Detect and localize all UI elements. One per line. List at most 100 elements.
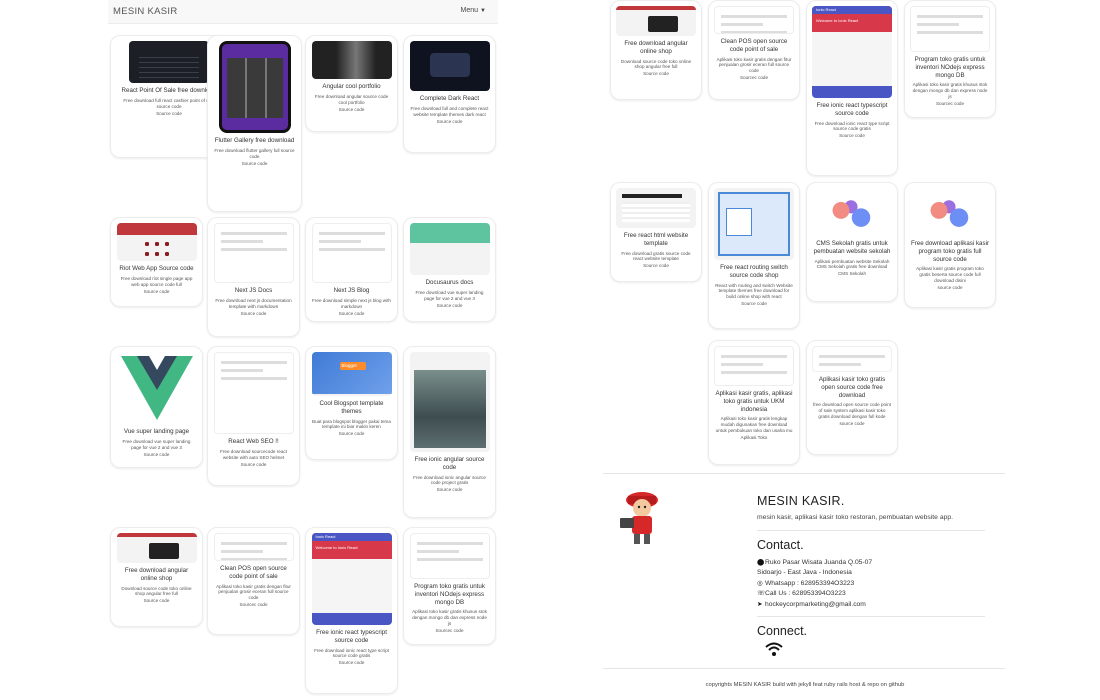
card-source-link[interactable]: Source code — [614, 263, 698, 268]
card-thumbnail[interactable] — [910, 6, 990, 52]
card-source-link[interactable]: Source code — [309, 660, 394, 665]
card-source-link[interactable]: Source code — [407, 119, 492, 124]
card-source-link[interactable]: Sourcec code — [211, 602, 296, 607]
card-title[interactable]: Free download angular online shop — [114, 567, 199, 583]
project-card[interactable]: React Web SEO !! Free download sourcecode… — [207, 346, 300, 486]
card-title[interactable]: React Web SEO !! — [211, 438, 296, 446]
card-source-link[interactable]: Source code — [114, 598, 199, 603]
card-source-link[interactable]: Source code — [407, 303, 492, 308]
card-source-link[interactable]: Source code — [614, 71, 698, 76]
card-thumbnail[interactable] — [129, 41, 209, 83]
brand-logo-text[interactable]: MESIN KASIR — [113, 6, 178, 17]
card-source-link[interactable]: Source code — [114, 289, 199, 294]
project-card[interactable]: Flutter Gallery free download Free downlo… — [207, 35, 302, 212]
project-card[interactable]: Aplikasi kasir toko gratis open source c… — [806, 340, 898, 455]
project-card[interactable]: Riot Web App Source code Free download ri… — [110, 217, 203, 307]
card-source-link[interactable]: Source code — [309, 431, 394, 436]
project-card[interactable]: Docusaurus docs Free download vue super l… — [403, 217, 496, 322]
card-thumbnail[interactable]: Blogger — [311, 352, 392, 396]
card-thumbnail[interactable] — [218, 41, 291, 133]
card-title[interactable]: Clean POS open source code point of sale — [211, 565, 296, 581]
card-title[interactable]: Complete Dark React — [407, 95, 492, 103]
card-source-link[interactable]: source code — [908, 285, 992, 290]
project-card[interactable]: Next JS Docs Free download next js docume… — [207, 217, 300, 337]
card-title[interactable]: Cool Blogspot template themes — [309, 400, 394, 416]
card-title[interactable]: Free download angular online shop — [614, 40, 698, 56]
project-card[interactable]: Blogger Cool Blogspot template themes Buat… — [305, 346, 398, 460]
card-source-link[interactable]: Sourcec code — [908, 101, 992, 106]
card-title[interactable]: Next JS Blog — [309, 287, 394, 295]
card-thumbnail[interactable] — [116, 352, 197, 424]
card-source-link[interactable]: Source code — [211, 462, 296, 467]
project-card[interactable]: Free download angular online shop Downloa… — [610, 0, 702, 100]
project-card[interactable]: Free ionic angular source code Free downl… — [403, 346, 496, 518]
card-thumbnail[interactable] — [311, 41, 392, 79]
project-card[interactable]: Free react html website template Free dow… — [610, 182, 702, 282]
card-thumbnail[interactable] — [714, 346, 794, 386]
project-card[interactable]: Ionic React Welcome to Ionic React Free io… — [305, 527, 398, 694]
card-source-link[interactable]: Source code — [211, 311, 296, 316]
project-card[interactable]: Vue super landing page Free download vue … — [110, 346, 203, 468]
card-source-link[interactable]: Source code — [810, 133, 894, 138]
card-thumbnail[interactable] — [714, 188, 794, 260]
card-title[interactable]: Aplikasi kasir gratis, aplikasi toko gra… — [712, 390, 796, 413]
card-title[interactable]: Free download aplikasi kasir program tok… — [908, 240, 992, 263]
project-card[interactable]: Program toko gratis untuk inventori NOde… — [904, 0, 996, 118]
card-title[interactable]: Aplikasi kasir toko gratis open source c… — [810, 376, 894, 399]
card-thumbnail[interactable] — [213, 352, 294, 434]
card-source-link[interactable]: Aplikasi Toko — [712, 435, 796, 440]
project-card[interactable]: Program toko gratis untuk inventori NOde… — [403, 527, 496, 645]
card-thumbnail[interactable] — [213, 223, 294, 283]
project-card[interactable]: Aplikasi kasir gratis, aplikasi toko gra… — [708, 340, 800, 465]
card-source-link[interactable]: Source code — [309, 311, 394, 316]
card-source-link[interactable]: Sourcec code — [712, 75, 796, 80]
project-card[interactable]: Complete Dark React Free download full an… — [403, 35, 496, 153]
card-title[interactable]: Free ionic react typescript source code — [309, 629, 394, 645]
card-source-link[interactable]: Source code — [114, 452, 199, 457]
call-line[interactable]: ☏Call Us : 628953394O3223 — [757, 589, 846, 597]
card-thumbnail[interactable] — [812, 188, 892, 236]
card-title[interactable]: Docusaurus docs — [407, 279, 492, 287]
card-title[interactable]: Riot Web App Source code — [114, 265, 199, 273]
card-thumbnail[interactable] — [409, 223, 490, 275]
card-thumbnail[interactable] — [116, 223, 197, 261]
card-thumbnail[interactable] — [616, 188, 696, 228]
card-thumbnail[interactable] — [409, 533, 490, 579]
card-thumbnail[interactable] — [116, 533, 197, 563]
card-source-link[interactable]: Source code — [211, 161, 298, 166]
project-card[interactable]: Ionic React Welcome to Ionic React Free io… — [806, 0, 898, 176]
card-source-link[interactable]: Source code — [407, 487, 492, 492]
card-title[interactable]: Free ionic angular source code — [407, 456, 492, 472]
wifi-icon[interactable] — [764, 640, 784, 658]
card-title[interactable]: Program toko gratis untuk inventori NOde… — [407, 583, 492, 606]
card-source-link[interactable]: Source code — [309, 107, 394, 112]
email-line[interactable]: ➤ hockeycorpmarketing@gmail.com — [757, 600, 866, 608]
project-card[interactable]: Free download aplikasi kasir program tok… — [904, 182, 996, 308]
project-card[interactable]: Free download angular online shop Downloa… — [110, 527, 203, 627]
card-thumbnail[interactable] — [213, 533, 294, 561]
card-thumbnail[interactable]: Ionic React Welcome to Ionic React — [812, 6, 892, 98]
menu-button[interactable]: Menu ▼ — [461, 7, 486, 14]
card-thumbnail[interactable]: Ionic React Welcome to Ionic React — [311, 533, 392, 625]
card-title[interactable]: Free ionic react typescript source code — [810, 102, 894, 118]
card-title[interactable]: Clean POS open source code point of sale — [712, 38, 796, 54]
card-thumbnail[interactable] — [409, 352, 490, 452]
project-card[interactable]: CMS Sekolah gratis untuk pembuatan websi… — [806, 182, 898, 302]
card-source-link[interactable]: Source code — [712, 301, 796, 306]
card-title[interactable]: Program toko gratis untuk inventori NOde… — [908, 56, 992, 79]
card-thumbnail[interactable] — [616, 6, 696, 36]
card-title[interactable]: Free react routing switch source code sh… — [712, 264, 796, 280]
card-thumbnail[interactable] — [311, 223, 392, 283]
card-thumbnail[interactable] — [409, 41, 490, 91]
card-thumbnail[interactable] — [910, 188, 990, 236]
card-title[interactable]: Vue super landing page — [114, 428, 199, 436]
card-thumbnail[interactable] — [714, 6, 794, 34]
card-title[interactable]: Next JS Docs — [211, 287, 296, 295]
project-card[interactable]: Clean POS open source code point of sale… — [207, 527, 300, 635]
card-source-link[interactable]: Sourcec code — [407, 628, 492, 633]
card-title[interactable]: Angular cool portfolio — [309, 83, 394, 91]
project-card[interactable]: Free react routing switch source code sh… — [708, 182, 800, 329]
card-source-link[interactable]: source code — [810, 421, 894, 426]
project-card[interactable]: Next JS Blog Free download simple next js… — [305, 217, 398, 322]
card-source-link[interactable]: CMS Sekolah — [810, 271, 894, 276]
